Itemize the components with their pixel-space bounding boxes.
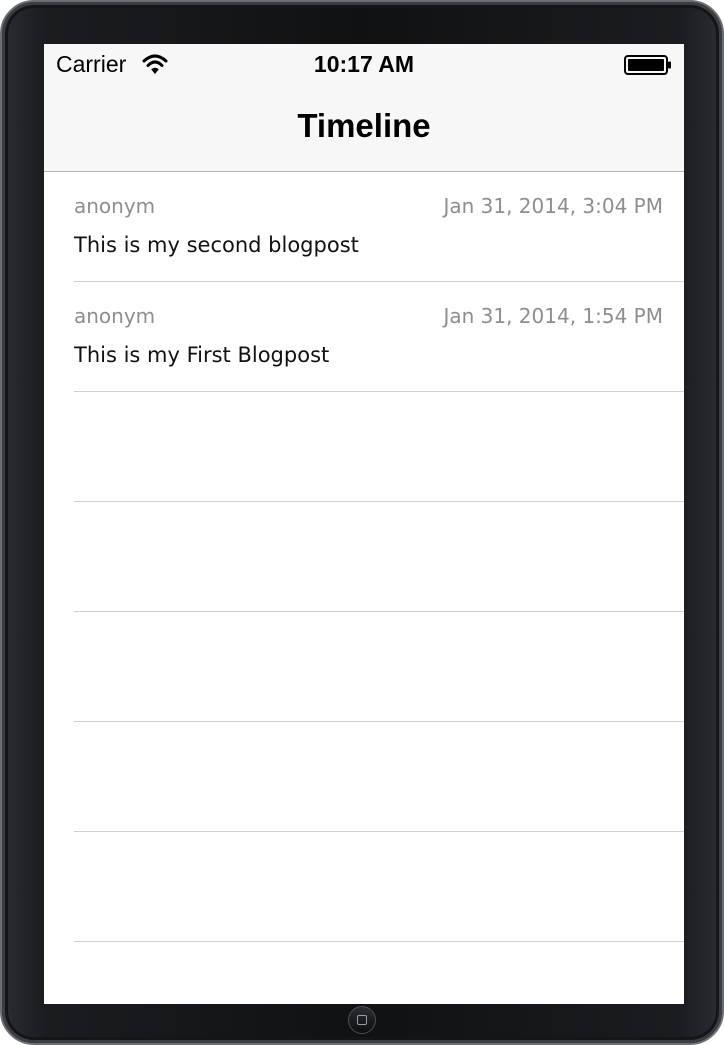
post-date: Jan 31, 2014, 1:54 PM [443,304,663,328]
timeline-table[interactable]: anonym Jan 31, 2014, 3:04 PM This is my … [44,172,684,1004]
empty-table-row [74,502,684,612]
table-row[interactable]: anonym Jan 31, 2014, 1:54 PM This is my … [74,282,684,392]
table-row[interactable]: anonym Jan 31, 2014, 3:04 PM This is my … [74,172,684,282]
home-square-icon [357,1015,367,1025]
empty-table-row [74,942,684,1004]
post-text: This is my second blogpost [74,233,359,257]
post-date: Jan 31, 2014, 3:04 PM [443,194,663,218]
post-author: anonym [74,194,156,218]
screen: Carrier 10:17 AM Timeline anonym Jan 31,… [44,44,684,1004]
post-text: This is my First Blogpost [74,343,330,367]
navigation-bar: Timeline [44,84,684,172]
empty-table-row [74,722,684,832]
device-frame: Carrier 10:17 AM Timeline anonym Jan 31,… [0,0,724,1045]
page-title: Timeline [297,107,431,144]
battery-icon [624,55,671,75]
empty-table-row [74,392,684,502]
home-button[interactable] [348,1006,376,1034]
post-author: anonym [74,304,156,328]
empty-table-row [74,612,684,722]
status-bar: Carrier 10:17 AM [44,44,684,84]
empty-table-row [74,832,684,942]
status-time: 10:17 AM [313,51,415,77]
